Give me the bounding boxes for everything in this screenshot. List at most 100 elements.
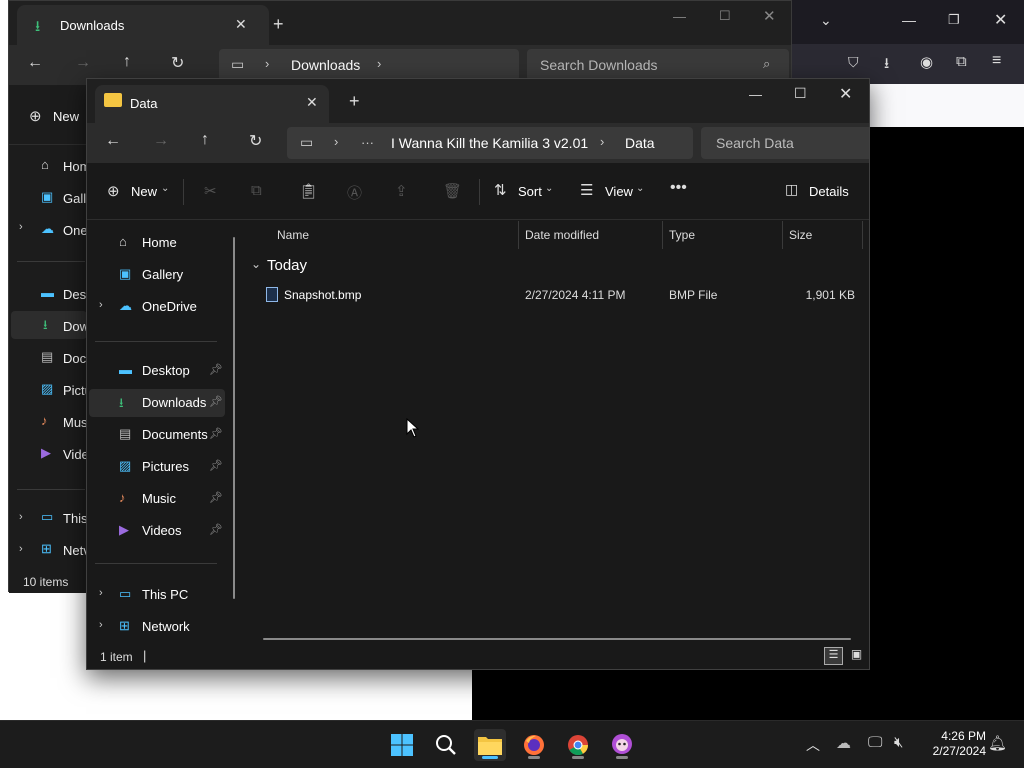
chevron-down-icon[interactable]: ⌄ xyxy=(251,257,261,271)
paste-icon[interactable]: 📋︎ xyxy=(299,182,318,200)
start-button[interactable] xyxy=(386,729,418,761)
chevron-right-icon[interactable]: › xyxy=(99,619,103,631)
search-icon xyxy=(436,735,456,755)
minimize-icon[interactable]: — xyxy=(902,12,916,28)
network-status-icon[interactable]: 🖵︎ xyxy=(868,734,882,751)
tab-list-chevron-icon[interactable]: ⌄ xyxy=(820,12,832,29)
sidebar-item-onedrive[interactable]: One xyxy=(63,223,88,238)
maximize-icon[interactable]: ☐ xyxy=(719,8,731,24)
menu-icon[interactable]: ≡ xyxy=(992,52,1001,70)
new-tab-icon[interactable]: + xyxy=(349,91,360,112)
cut-icon[interactable]: ✂ xyxy=(204,182,217,200)
sidebar-item-music[interactable]: Mus xyxy=(63,415,88,430)
account-icon[interactable]: ◉ xyxy=(920,53,933,71)
new-button[interactable]: New xyxy=(53,109,79,124)
nav-item-this-pc[interactable]: › ▭ This PC xyxy=(89,581,225,609)
nav-scrollbar[interactable] xyxy=(233,237,235,599)
clock[interactable]: 4:26 PM 2/27/2024 xyxy=(916,729,986,763)
close-icon[interactable]: ✕ xyxy=(994,10,1007,30)
nav-item-desktop[interactable]: ▬ Desktop 📌︎ xyxy=(89,357,225,385)
chevron-right-icon[interactable]: › xyxy=(99,587,103,599)
breadcrumb-current[interactable]: Downloads xyxy=(291,57,360,73)
nav-item-pictures[interactable]: ▨ Pictures 📌︎ xyxy=(89,453,225,481)
breadcrumb-parent[interactable]: I Wanna Kill the Kamilia 3 v2.01 xyxy=(391,135,588,151)
tab-close-icon[interactable]: ✕ xyxy=(235,16,247,33)
close-icon[interactable]: ✕ xyxy=(763,7,776,25)
new-tab-icon[interactable]: + xyxy=(273,14,284,35)
horizontal-scrollbar[interactable] xyxy=(263,638,851,640)
tiles-view-icon[interactable]: ▣ xyxy=(847,647,866,665)
pin-icon[interactable]: 📌︎ xyxy=(209,363,223,376)
chevron-up-icon[interactable]: ︿ xyxy=(806,735,820,755)
table-row[interactable]: Snapshot.bmp 2/27/2024 4:11 PM BMP File … xyxy=(259,283,863,307)
search-button[interactable] xyxy=(430,729,462,761)
address-bar[interactable]: ▭ › Downloads › xyxy=(219,49,519,81)
column-name[interactable]: Name xyxy=(271,221,519,249)
nav-item-music[interactable]: ♪ Music 📌︎ xyxy=(89,485,225,513)
back-icon[interactable]: ← xyxy=(105,132,121,150)
forward-icon[interactable]: → xyxy=(153,132,169,150)
search-input[interactable]: Search Downloads ⌕ xyxy=(527,49,789,81)
pocket-icon[interactable]: ⛉ xyxy=(848,54,859,71)
up-icon[interactable]: ↑ xyxy=(201,131,209,149)
address-bar[interactable]: ▭ › ··· I Wanna Kill the Kamilia 3 v2.01… xyxy=(287,127,693,159)
volume-muted-icon[interactable]: 🔇︎ xyxy=(894,734,903,751)
refresh-icon[interactable]: ↻ xyxy=(249,131,262,151)
chevron-right-icon[interactable]: › xyxy=(99,299,103,311)
column-date-modified[interactable]: Date modified xyxy=(519,221,663,249)
tab-close-icon[interactable]: ✕ xyxy=(306,94,318,111)
restore-icon[interactable]: ❐ xyxy=(948,12,960,28)
forward-icon[interactable]: → xyxy=(75,54,91,72)
view-button[interactable]: View xyxy=(605,184,633,199)
refresh-icon[interactable]: ↻ xyxy=(171,53,184,73)
column-type[interactable]: Type xyxy=(663,221,783,249)
file-explorer-button[interactable] xyxy=(474,729,506,761)
minimize-icon[interactable]: — xyxy=(673,9,686,24)
download-icon[interactable]: ⭳ xyxy=(884,53,889,78)
nav-item-network[interactable]: › ⊞ Network xyxy=(89,613,225,641)
nav-item-videos[interactable]: ▶ Videos 📌︎ xyxy=(89,517,225,545)
pin-icon[interactable]: 📌︎ xyxy=(209,395,223,408)
chevron-right-icon[interactable]: › xyxy=(19,511,23,523)
nav-item-home[interactable]: ⌂ Home xyxy=(89,229,225,257)
sidebar-item-videos[interactable]: Vide xyxy=(63,447,89,462)
rename-icon[interactable]: Ⓐ xyxy=(347,182,362,203)
delete-icon[interactable]: 🗑︎ xyxy=(443,182,462,200)
details-button[interactable]: Details xyxy=(809,184,849,199)
tab-data[interactable]: Data ✕ xyxy=(95,85,329,123)
breadcrumb-overflow[interactable]: ··· xyxy=(361,135,374,150)
group-header[interactable]: Today xyxy=(267,257,307,274)
more-options-icon[interactable]: ••• xyxy=(670,179,687,197)
new-button[interactable]: New xyxy=(131,184,157,199)
pin-icon[interactable]: 📌︎ xyxy=(209,491,223,504)
pin-icon[interactable]: 📌︎ xyxy=(209,523,223,536)
search-input[interactable]: Search Data xyxy=(701,127,869,159)
nav-item-gallery[interactable]: ▣ Gallery xyxy=(89,261,225,289)
details-view-icon[interactable]: ☰ xyxy=(824,647,843,665)
copy-icon[interactable]: ⧉ xyxy=(251,182,262,199)
tab-downloads[interactable]: ⭳ Downloads ✕ xyxy=(17,5,269,45)
chrome-button[interactable] xyxy=(562,729,594,761)
pin-icon[interactable]: 📌︎ xyxy=(209,459,223,472)
extensions-icon[interactable]: ⧉ xyxy=(956,53,967,70)
breadcrumb-current[interactable]: Data xyxy=(625,135,655,151)
nav-item-documents[interactable]: ▤ Documents 📌︎ xyxy=(89,421,225,449)
share-icon[interactable]: ⇪ xyxy=(395,182,408,200)
sort-button[interactable]: Sort xyxy=(518,184,542,199)
onedrive-offline-icon[interactable]: ☁ xyxy=(836,734,851,752)
chevron-right-icon[interactable]: › xyxy=(19,221,23,233)
nav-item-downloads[interactable]: ⭳ Downloads 📌︎ xyxy=(89,389,225,417)
close-icon[interactable]: ✕ xyxy=(839,84,852,104)
back-icon[interactable]: ← xyxy=(27,54,43,72)
chevron-right-icon[interactable]: › xyxy=(19,543,23,555)
sidebar-item-this-pc[interactable]: This xyxy=(63,511,88,526)
firefox-button[interactable] xyxy=(518,729,550,761)
up-icon[interactable]: ↑ xyxy=(123,53,131,71)
pin-icon[interactable]: 📌︎ xyxy=(209,427,223,440)
minimize-icon[interactable]: — xyxy=(749,87,762,102)
notification-bell-icon[interactable]: 🔔︎ xyxy=(988,734,1007,752)
maximize-icon[interactable]: ☐ xyxy=(794,85,807,102)
game-app-button[interactable] xyxy=(606,729,638,761)
nav-item-onedrive[interactable]: › ☁ OneDrive xyxy=(89,293,225,321)
column-size[interactable]: Size xyxy=(783,221,863,249)
